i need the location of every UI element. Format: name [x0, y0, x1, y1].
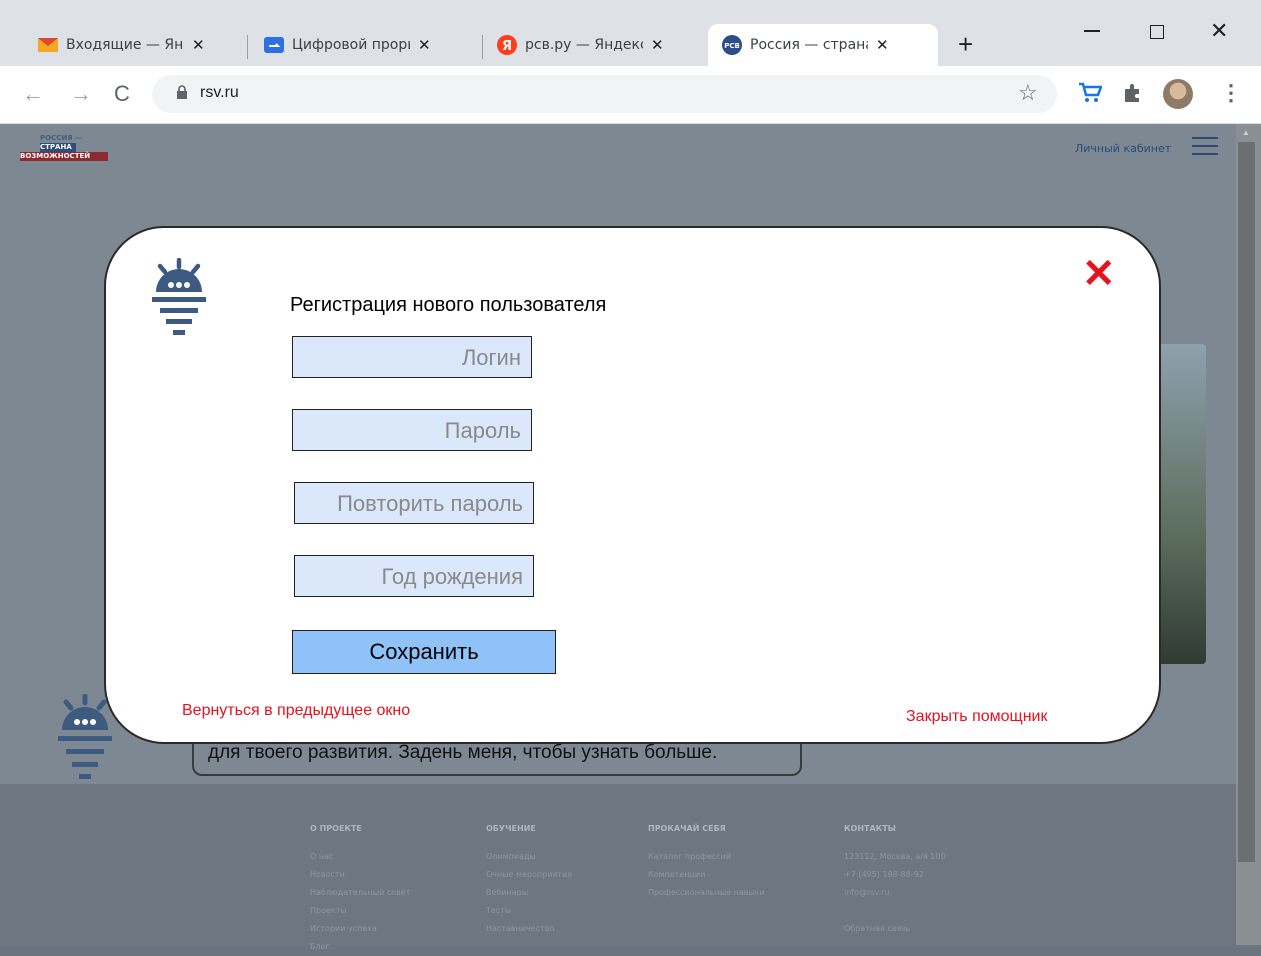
footer-link[interactable]: Наставничество	[486, 920, 572, 938]
yandex-icon: Я	[497, 35, 517, 55]
footer-column-contacts: КОНТАКТЫ 123112, Москва, а/я 100 +7 (495…	[844, 820, 946, 938]
close-icon[interactable]: ✕	[1082, 254, 1116, 294]
tab-separator	[247, 35, 248, 59]
browser-menu-icon[interactable]: ⋮	[1220, 80, 1242, 106]
footer-link[interactable]: Каталог профессий	[648, 848, 765, 866]
lock-icon	[176, 85, 188, 104]
tab-yandex[interactable]: Я рсв.ру — Яндекс ✕	[497, 24, 664, 66]
assistant-bubble-text: для твоего развития. Задень меня, чтобы …	[208, 742, 718, 763]
footer-link[interactable]: Истории успеха	[310, 920, 410, 938]
tab-mail[interactable]: Входящие — Янд ✕	[38, 24, 205, 66]
tab-close-icon[interactable]: ✕	[876, 36, 889, 54]
footer-link[interactable]: Тесты	[486, 902, 572, 920]
footer-contact[interactable]: +7 (495) 198-88-92	[844, 866, 946, 884]
footer-link[interactable]: Профессиональные навыки	[648, 884, 765, 902]
forward-arrow-icon[interactable]: →	[70, 80, 92, 108]
reload-icon[interactable]: C	[114, 80, 130, 108]
footer-heading: О ПРОЕКТЕ	[310, 824, 362, 833]
site-footer: О ПРОЕКТЕ О нас Новости Наблюдательный с…	[0, 784, 1236, 951]
footer-link[interactable]: Блог	[310, 938, 410, 956]
footer-heading: КОНТАКТЫ	[844, 824, 896, 833]
repeat-password-field[interactable]: Повторить пароль	[294, 482, 534, 524]
extensions-puzzle-icon[interactable]	[1122, 82, 1144, 109]
tab-title: Входящие — Янд	[66, 37, 184, 53]
tab-close-icon[interactable]: ✕	[651, 36, 664, 54]
tab-title: Россия — страна	[750, 37, 868, 53]
birth-year-field[interactable]: Год рождения	[294, 555, 534, 597]
footer-link[interactable]: Компетенции	[648, 866, 765, 884]
chat-icon	[264, 35, 284, 55]
assistant-logo-icon	[150, 257, 208, 343]
page-scrollbar[interactable]: ▲	[1236, 124, 1261, 945]
footer-column-learning: ОБУЧЕНИЕ Олимпиады Очные мероприятия Веб…	[486, 820, 572, 938]
tab-separator	[482, 35, 483, 59]
tab-close-icon[interactable]: ✕	[192, 36, 205, 54]
scrollbar-thumb[interactable]	[1238, 142, 1255, 862]
hamburger-menu-icon[interactable]	[1192, 136, 1218, 156]
scroll-up-icon[interactable]: ▲	[1242, 128, 1250, 137]
footer-column-upgrade: ПРОКАЧАЙ СЕБЯ Каталог профессий Компетен…	[648, 820, 765, 902]
footer-link[interactable]: О нас	[310, 848, 410, 866]
tab-title: Цифровой проры	[292, 37, 410, 53]
site-logo[interactable]: РОССИЯ — СТРАНА ВОЗМОЖНОСТЕЙ	[20, 134, 110, 161]
tab-rsv-active[interactable]: РСВ Россия — страна ✕	[708, 24, 938, 66]
footer-link[interactable]: Проекты	[310, 902, 410, 920]
logo-line-3: ВОЗМОЖНОСТЕЙ	[20, 152, 108, 161]
tab-chat[interactable]: Цифровой проры ✕	[264, 24, 431, 66]
mail-icon	[38, 35, 58, 55]
svg-text:РСВ: РСВ	[724, 42, 740, 50]
personal-cabinet-link[interactable]: Личный кабинет	[1075, 142, 1171, 155]
footer-link[interactable]: Вебинары	[486, 884, 572, 902]
login-field[interactable]: Логин	[292, 336, 532, 378]
close-assistant-link[interactable]: Закрыть помощник	[906, 708, 1047, 726]
window-close-icon[interactable]: ✕	[1210, 18, 1228, 44]
footer-link[interactable]: Олимпиады	[486, 848, 572, 866]
rsv-icon: РСВ	[722, 35, 742, 55]
footer-feedback-link[interactable]: Обратная связь	[844, 920, 946, 938]
assistant-mascot-icon[interactable]	[54, 693, 116, 789]
back-to-previous-link[interactable]: Вернуться в предыдущее окно	[182, 702, 410, 720]
minimize-icon[interactable]	[1084, 30, 1100, 32]
footer-contact: 123112, Москва, а/я 100	[844, 852, 946, 861]
footer-heading: ОБУЧЕНИЕ	[486, 824, 536, 833]
back-arrow-icon[interactable]: ←	[22, 80, 44, 108]
password-field[interactable]: Пароль	[292, 409, 532, 451]
maximize-icon[interactable]	[1150, 25, 1164, 39]
modal-title: Регистрация нового пользователя	[290, 294, 607, 316]
hero-image-card	[1156, 344, 1206, 664]
footer-link[interactable]: Очные мероприятия	[486, 866, 572, 884]
tab-title: рсв.ру — Яндекс	[525, 37, 643, 53]
save-button[interactable]: Сохранить	[292, 630, 556, 674]
footer-contact[interactable]: info@rsv.ru	[844, 884, 946, 902]
registration-modal: ✕ Регистрация нового пользователя Логин …	[104, 226, 1161, 744]
footer-heading: ПРОКАЧАЙ СЕБЯ	[648, 824, 726, 833]
cart-icon[interactable]	[1078, 82, 1103, 109]
bookmark-star-icon[interactable]: ☆	[1018, 80, 1038, 106]
logo-line-2: СТРАНА	[40, 143, 76, 152]
svg-text:Я: Я	[502, 39, 512, 54]
footer-spacer	[844, 902, 946, 920]
new-tab-icon[interactable]: +	[958, 30, 973, 58]
url-text: rsv.ru	[200, 84, 239, 101]
browser-toolbar: ← → C rsv.ru ☆ ⋮	[0, 66, 1261, 124]
address-bar[interactable]: rsv.ru ☆	[152, 75, 1057, 113]
footer-link[interactable]: Новости	[310, 866, 410, 884]
footer-link[interactable]: Наблюдательный совет	[310, 884, 410, 902]
footer-column-about: О ПРОЕКТЕ О нас Новости Наблюдательный с…	[310, 820, 410, 956]
profile-avatar[interactable]	[1163, 79, 1193, 109]
logo-line-1: РОССИЯ —	[40, 134, 83, 142]
tab-close-icon[interactable]: ✕	[418, 36, 431, 54]
